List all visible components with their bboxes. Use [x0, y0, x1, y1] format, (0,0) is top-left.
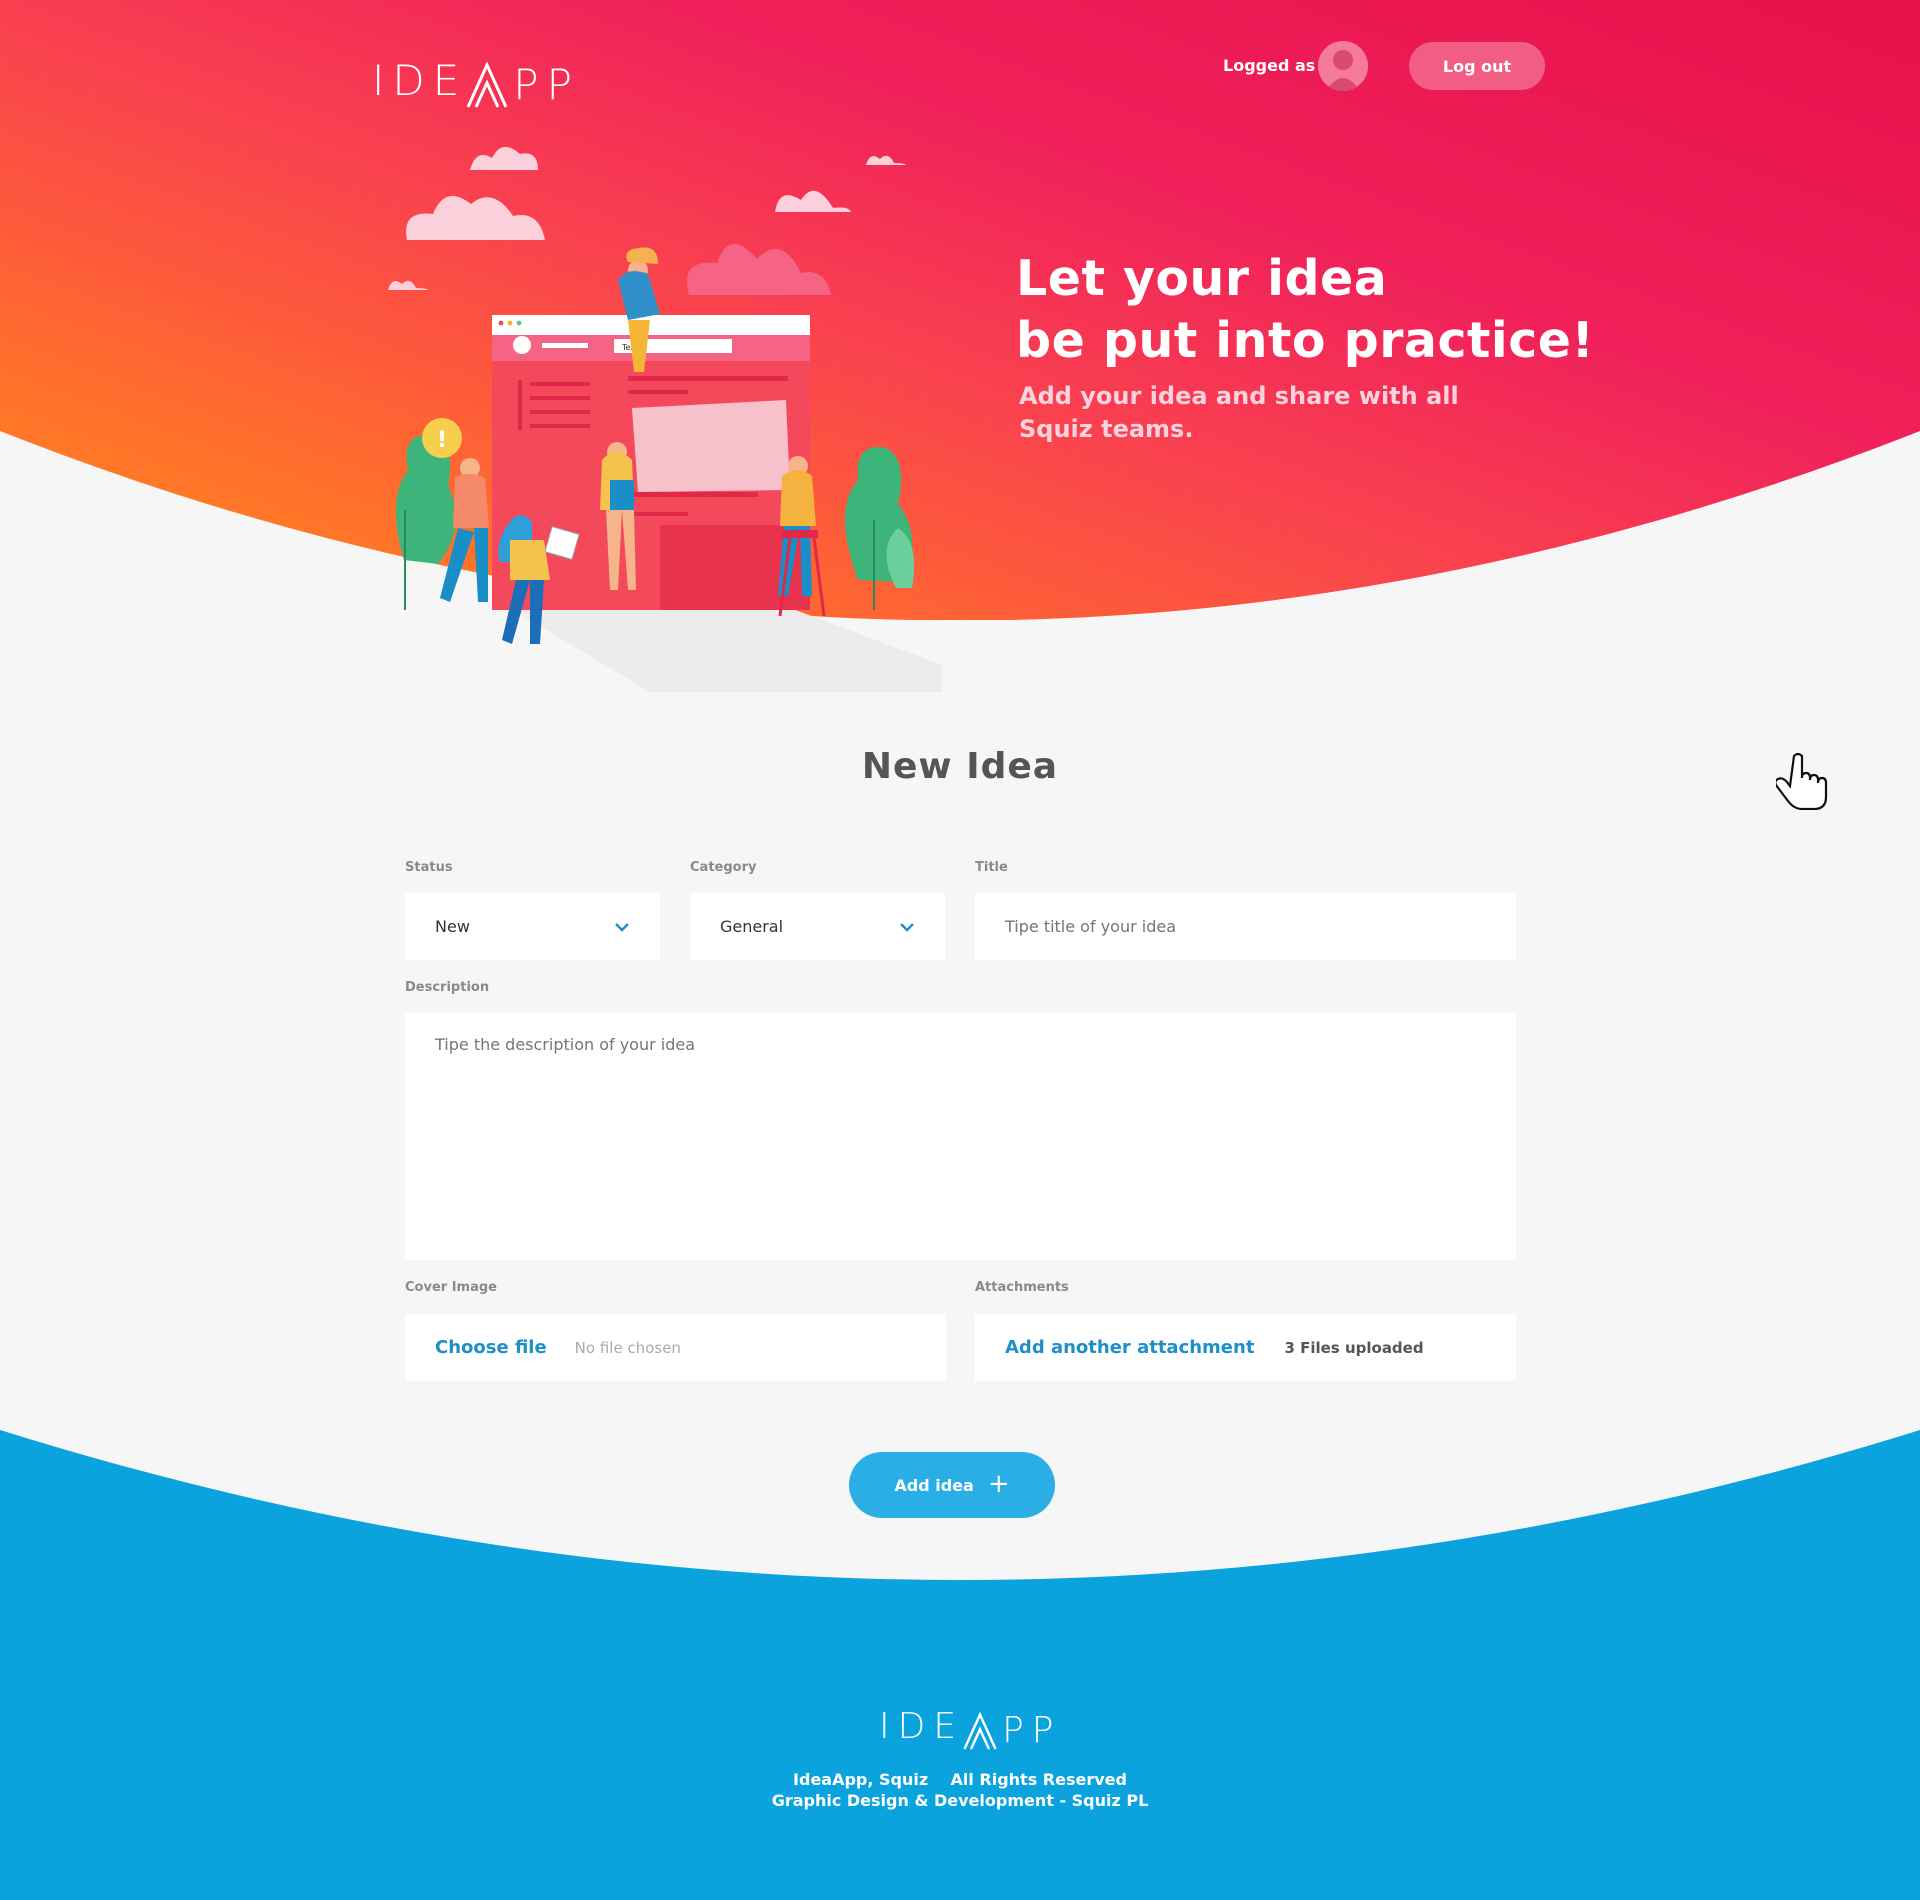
cover-image-label: Cover Image — [405, 1280, 497, 1295]
logout-button[interactable]: Log out — [1409, 42, 1545, 90]
hero-headline-line1: Let your idea — [1016, 250, 1388, 307]
hero-illustration: Tex ! — [388, 146, 942, 692]
title-input[interactable] — [975, 893, 1516, 960]
status-select[interactable]: New — [405, 893, 660, 960]
category-select-value: General — [720, 917, 784, 936]
form-title: New Idea — [861, 746, 1059, 787]
category-label: Category — [690, 860, 757, 875]
illustration-ground-shadow — [510, 608, 942, 692]
chevron-down-icon — [615, 922, 629, 932]
footer-credits: Graphic Design & Development - Squiz PL — [771, 1791, 1149, 1810]
hero-curve-divider — [0, 431, 1920, 640]
footer-logo-text-right: PP — [1002, 1710, 1062, 1751]
category-select[interactable]: General — [690, 893, 945, 960]
add-idea-button[interactable]: Add idea + — [849, 1452, 1055, 1518]
description-textarea[interactable] — [405, 1013, 1516, 1260]
status-label: Status — [405, 860, 453, 875]
chevron-down-icon — [900, 922, 914, 932]
logo-text-left: IDE — [372, 56, 468, 105]
add-attachment-button[interactable]: Add another attachment — [1005, 1337, 1254, 1358]
cover-image-uploader: Choose file No file chosen — [405, 1314, 946, 1381]
logged-as-label: Logged as — [1223, 56, 1316, 75]
attachments-uploader: Add another attachment 3 Files uploaded — [975, 1314, 1516, 1381]
user-avatar[interactable] — [1318, 41, 1368, 91]
title-label: Title — [975, 860, 1008, 875]
footer-logo-text-left: IDE — [879, 1706, 965, 1747]
cover-file-status: No file chosen — [574, 1338, 681, 1357]
hero-headline: Let your idea be put into practice! — [1016, 248, 1594, 372]
svg-text:!: ! — [437, 428, 447, 453]
logo-text-right: PP — [513, 60, 580, 109]
header-logo[interactable]: IDE PP — [372, 56, 580, 109]
logo-a-chevron-icon — [963, 1711, 997, 1750]
attachments-label: Attachments — [975, 1280, 1069, 1295]
choose-file-button[interactable]: Choose file — [435, 1337, 547, 1358]
footer-logo[interactable]: IDE PP — [879, 1706, 1062, 1751]
user-silhouette-icon — [1318, 41, 1368, 91]
logo-a-chevron-icon — [466, 61, 508, 108]
hand-pointer-cursor-icon — [1776, 752, 1828, 810]
footer-copyright: IdeaApp, Squiz All Rights Reserved — [793, 1770, 1127, 1789]
hero-headline-line2: be put into practice! — [1016, 312, 1595, 369]
attachments-status: 3 Files uploaded — [1284, 1338, 1424, 1357]
hero-subline: Add your idea and share with all Squiz t… — [1019, 382, 1459, 443]
status-select-value: New — [435, 917, 470, 936]
plus-icon: + — [987, 1468, 1010, 1499]
description-label: Description — [405, 980, 490, 995]
add-idea-label: Add idea — [894, 1475, 974, 1495]
